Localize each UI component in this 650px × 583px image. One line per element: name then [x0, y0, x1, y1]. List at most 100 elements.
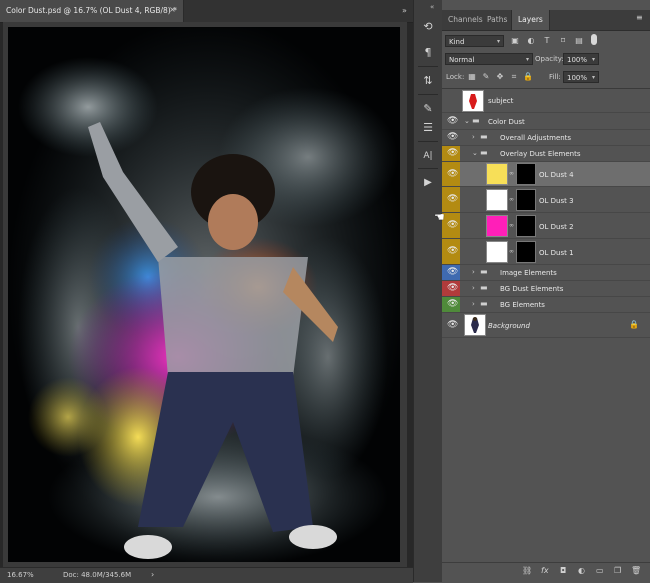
filter-toggle-icon[interactable]: [591, 34, 597, 45]
status-menu-arrow-icon[interactable]: ›: [151, 570, 154, 579]
layer-name: OL Dust 2: [539, 223, 574, 231]
new-group-icon[interactable]: ▭: [596, 566, 604, 575]
layer-row[interactable]: 👁 › ▬ Image Elements: [442, 265, 650, 281]
eye-icon[interactable]: 👁: [447, 194, 458, 204]
layer-row[interactable]: 👁 Background 🔒: [442, 313, 650, 338]
lock-all-icon[interactable]: 🔒: [523, 72, 533, 82]
layer-name: Image Elements: [500, 269, 557, 277]
layer-thumbnail: [486, 241, 508, 263]
filter-kind-select[interactable]: Kind ▾: [445, 35, 504, 47]
layer-mask-thumbnail[interactable]: [516, 215, 536, 237]
layer-row[interactable]: subject: [442, 89, 650, 113]
close-icon[interactable]: ×: [169, 5, 176, 14]
filter-smart-object-icon[interactable]: ▤: [574, 36, 584, 46]
filter-pixel-icon[interactable]: ▣: [510, 36, 520, 46]
lock-artboard-icon[interactable]: ⌗: [509, 72, 519, 82]
fill-input[interactable]: 100% ▾: [563, 71, 599, 83]
divider: [418, 66, 438, 67]
eye-icon[interactable]: 👁: [447, 220, 458, 230]
link-layers-icon[interactable]: ⛓: [522, 566, 532, 575]
eye-icon: 👁: [447, 132, 459, 142]
chevron-down-icon[interactable]: ⌄: [472, 149, 478, 157]
character-icon[interactable]: A|: [418, 146, 438, 166]
lock-image-icon[interactable]: ✎: [481, 72, 491, 82]
chevron-right-icon[interactable]: ›: [472, 300, 475, 308]
opacity-input[interactable]: 100% ▾: [563, 53, 599, 65]
layer-row[interactable]: 👁 ⌄ ▬ Color Dust: [442, 113, 650, 130]
lock-position-icon[interactable]: ✥: [495, 72, 505, 82]
collapse-dock-icon[interactable]: «: [430, 3, 434, 11]
folder-icon: ▬: [480, 283, 488, 292]
folder-icon: ▬: [480, 148, 488, 157]
fill-label: Fill:: [549, 73, 561, 81]
zoom-level[interactable]: 16.67%: [7, 571, 34, 579]
chevron-right-icon[interactable]: ›: [472, 133, 475, 141]
layer-mask-thumbnail[interactable]: [516, 189, 536, 211]
eye-icon[interactable]: 👁: [447, 267, 458, 277]
chevron-right-icon[interactable]: ›: [472, 284, 475, 292]
layer-name: Background: [488, 322, 530, 330]
chevron-right-icon[interactable]: ›: [472, 268, 475, 276]
delete-layer-icon[interactable]: 🗑: [631, 566, 641, 575]
layer-row[interactable]: 👁 ⌄ ▬ Overlay Dust Elements: [442, 146, 650, 162]
layer-row[interactable]: 👁 ∞ OL Dust 3: [442, 187, 650, 213]
play-action-icon[interactable]: ▶: [418, 173, 438, 193]
paragraph-icon[interactable]: ¶: [418, 43, 438, 63]
add-mask-icon[interactable]: ◘: [560, 566, 566, 575]
filter-type-icon[interactable]: T: [542, 36, 552, 46]
lock-transparency-icon[interactable]: ▦: [467, 72, 477, 82]
filter-shape-icon[interactable]: ⌑: [558, 36, 568, 46]
canvas-image[interactable]: [8, 27, 400, 562]
collapse-panels-icon[interactable]: »: [402, 6, 407, 15]
layer-mask-thumbnail[interactable]: [516, 163, 536, 185]
history-brush-icon[interactable]: ⟲: [418, 17, 438, 37]
fill-value: 100%: [567, 74, 588, 82]
tab-paths[interactable]: Paths: [481, 10, 513, 30]
layer-name: subject: [488, 97, 514, 105]
layer-row[interactable]: 👁 › ▬ Overall Adjustments: [442, 130, 650, 146]
eye-icon[interactable]: 👁: [447, 148, 458, 158]
panel-menu-icon[interactable]: ≡: [636, 13, 643, 22]
chevron-down-icon: ▾: [591, 74, 595, 81]
adjustment-layer-icon[interactable]: ◐: [578, 566, 585, 575]
link-icon[interactable]: ∞: [509, 222, 514, 229]
fx-icon[interactable]: fx: [541, 566, 549, 575]
link-icon[interactable]: ∞: [509, 196, 514, 203]
status-bar: 16.67% Doc: 48.0M/345.6M ›: [0, 567, 413, 583]
visibility-toggle[interactable]: 👁: [446, 113, 460, 129]
layer-row[interactable]: 👁 ∞ OL Dust 1: [442, 239, 650, 265]
eye-icon[interactable]: 👁: [447, 299, 458, 309]
new-layer-icon[interactable]: ❐: [614, 566, 621, 575]
eye-icon[interactable]: 👁: [447, 246, 458, 256]
chevron-down-icon: ▾: [525, 56, 529, 63]
transform-icon[interactable]: ⇅: [418, 71, 438, 91]
layer-name: OL Dust 1: [539, 249, 574, 257]
divider: [418, 141, 438, 142]
layer-name: BG Dust Elements: [500, 285, 564, 293]
layer-row[interactable]: 👁 ∞ OL Dust 4: [442, 162, 650, 187]
layer-thumbnail: [486, 163, 508, 185]
eye-icon[interactable]: 👁: [447, 283, 458, 293]
link-icon[interactable]: ∞: [509, 248, 514, 255]
document-size: Doc: 48.0M/345.6M: [63, 571, 132, 579]
visibility-toggle[interactable]: 👁: [446, 313, 460, 337]
divider: [418, 168, 438, 169]
document-tab[interactable]: Color Dust.psd @ 16.7% (OL Dust 4, RGB/8…: [0, 0, 184, 22]
layer-name: BG Elements: [500, 301, 545, 309]
link-icon[interactable]: ∞: [509, 170, 514, 177]
eye-icon[interactable]: 👁: [447, 169, 458, 179]
filter-adjustment-icon[interactable]: ◐: [526, 36, 536, 46]
chevron-down-icon[interactable]: ⌄: [464, 117, 470, 125]
adjustments-icon[interactable]: ☰: [418, 118, 438, 138]
layer-row[interactable]: 👁 ∞ OL Dust 2: [442, 213, 650, 239]
divider: [418, 94, 438, 95]
blend-mode-select[interactable]: Normal ▾: [445, 53, 533, 65]
eye-icon: 👁: [447, 320, 459, 330]
tab-layers[interactable]: Layers: [511, 10, 550, 30]
layer-row[interactable]: 👁 › ▬ BG Dust Elements: [442, 281, 650, 297]
layer-row[interactable]: 👁 › ▬ BG Elements: [442, 297, 650, 313]
visibility-toggle[interactable]: 👁: [446, 130, 460, 145]
layer-mask-thumbnail[interactable]: [516, 241, 536, 263]
brush-settings-icon[interactable]: ✎: [418, 99, 438, 119]
lock-label: Lock:: [446, 73, 465, 81]
